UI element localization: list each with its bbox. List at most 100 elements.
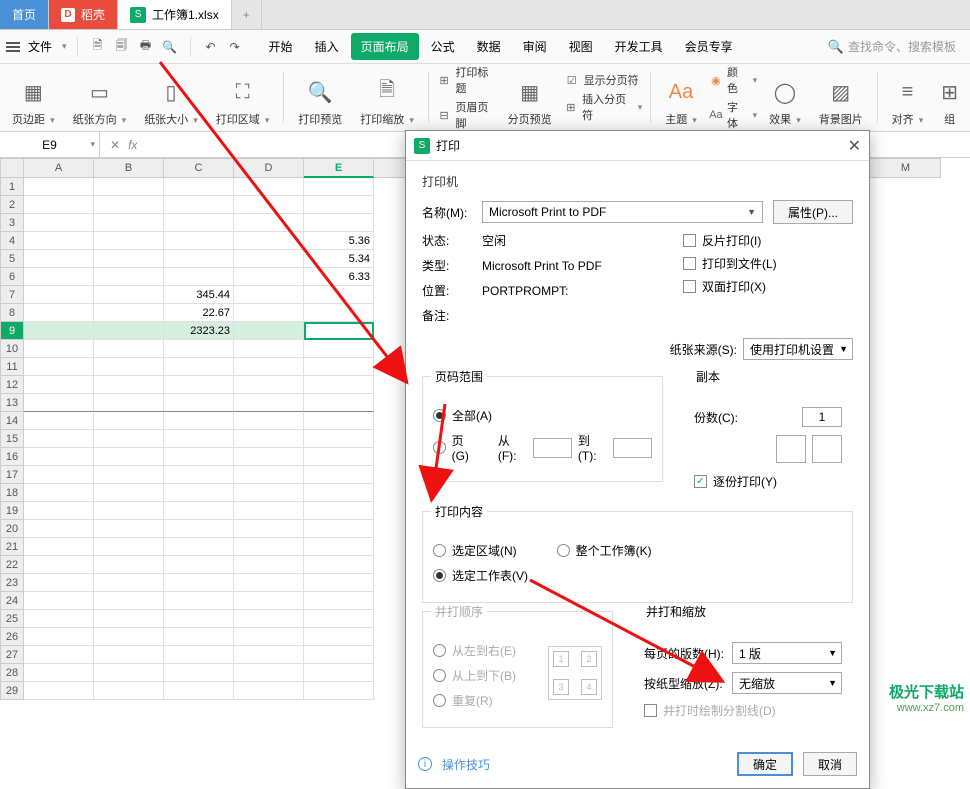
mtab-view[interactable]: 视图	[559, 33, 603, 60]
col-header[interactable]: A	[24, 158, 94, 178]
select-all-corner[interactable]	[0, 158, 24, 178]
insert-pagebreak[interactable]: ⊞插入分页符 ▾	[564, 91, 643, 123]
to-input[interactable]	[613, 438, 652, 458]
reverse-print-check[interactable]: 反片打印(I)	[683, 232, 853, 249]
mtab-member[interactable]: 会员专享	[675, 33, 743, 60]
col-header[interactable]: C	[164, 158, 234, 178]
col-header[interactable]: D	[234, 158, 304, 178]
row-header[interactable]: 29	[0, 682, 24, 700]
row-header[interactable]: 25	[0, 610, 24, 628]
row-header[interactable]: 22	[0, 556, 24, 574]
rg-theme[interactable]: Aa主题 ▾	[659, 68, 703, 127]
rg-printpreview[interactable]: 🔍打印预览	[292, 68, 348, 127]
scale-combo[interactable]: 无缩放▼	[732, 672, 842, 694]
show-pagebreaks[interactable]: ☑显示分页符	[564, 72, 643, 88]
cancel-fx-icon[interactable]: ✕	[110, 138, 120, 152]
saveas-icon[interactable]: 🗐	[112, 37, 132, 57]
row-header[interactable]: 7	[0, 286, 24, 304]
row-header[interactable]: 18	[0, 484, 24, 502]
tab-home[interactable]: 首页	[0, 0, 49, 29]
hamburger-icon[interactable]	[6, 42, 20, 52]
rg-pagebreak-preview[interactable]: ▦分页预览	[502, 68, 558, 127]
range-all-radio[interactable]: 全部(A)	[433, 407, 652, 424]
rg-size[interactable]: ▯纸张大小 ▾	[138, 68, 204, 127]
rg-effects[interactable]: ◯效果 ▾	[763, 68, 807, 127]
row-header[interactable]: 1	[0, 178, 24, 196]
save-icon[interactable]: 🗎	[88, 37, 108, 57]
row-header[interactable]: 5	[0, 250, 24, 268]
rg-printarea[interactable]: ⛶打印区域 ▾	[210, 68, 276, 127]
print-icon[interactable]: 🖶	[136, 37, 156, 57]
mtab-formula[interactable]: 公式	[421, 33, 465, 60]
mtab-review[interactable]: 审阅	[513, 33, 557, 60]
row-header[interactable]: 11	[0, 358, 24, 376]
mtab-pagelayout[interactable]: 页面布局	[351, 33, 419, 60]
row-header[interactable]: 26	[0, 628, 24, 646]
collate-check[interactable]: 逐份打印(Y)	[694, 473, 842, 490]
row-header[interactable]: 17	[0, 466, 24, 484]
mtab-data[interactable]: 数据	[467, 33, 511, 60]
perpage-combo[interactable]: 1 版▼	[732, 642, 842, 664]
rg-printzoom[interactable]: 🗎打印缩放 ▾	[354, 68, 420, 127]
redo-icon[interactable]: ↷	[225, 37, 245, 57]
rg-margins[interactable]: ▦页边距 ▾	[6, 68, 61, 127]
active-cell[interactable]	[304, 322, 374, 340]
tips-link[interactable]: 操作技巧	[442, 756, 490, 773]
rg-bgimage[interactable]: ▨背景图片	[813, 68, 869, 127]
print-titles[interactable]: ⊞打印标题	[437, 64, 496, 96]
selected-area-radio[interactable]: 选定区域(N)	[433, 542, 517, 559]
row-header[interactable]: 15	[0, 430, 24, 448]
print-to-file-check[interactable]: 打印到文件(L)	[683, 255, 853, 272]
copies-input[interactable]: 1	[802, 407, 842, 427]
rg-group[interactable]: ⊞组	[935, 68, 964, 127]
cell-reference[interactable]: E9▾	[0, 132, 100, 157]
close-icon[interactable]: ✕	[848, 136, 861, 156]
fx-icon[interactable]: fx	[128, 138, 137, 152]
theme-color[interactable]: ◉颜色 ▾	[709, 64, 757, 96]
row-header[interactable]: 2	[0, 196, 24, 214]
tab-workbook[interactable]: S工作簿1.xlsx	[118, 0, 232, 29]
file-menu[interactable]: 文件	[28, 38, 52, 55]
row-header[interactable]: 10	[0, 340, 24, 358]
rg-align[interactable]: ≡对齐 ▾	[886, 68, 930, 127]
row-header[interactable]: 13	[0, 394, 24, 412]
row-header[interactable]: 12	[0, 376, 24, 394]
row-header[interactable]: 19	[0, 502, 24, 520]
whole-workbook-radio[interactable]: 整个工作簿(K)	[557, 542, 652, 559]
row-header[interactable]: 4	[0, 232, 24, 250]
row-header-active[interactable]: 9	[0, 322, 24, 340]
from-input[interactable]	[533, 438, 572, 458]
printer-name-combo[interactable]: Microsoft Print to PDF▼	[482, 201, 763, 223]
row-header[interactable]: 24	[0, 592, 24, 610]
cancel-button[interactable]: 取消	[803, 752, 857, 776]
col-header[interactable]: B	[94, 158, 164, 178]
paper-source-combo[interactable]: 使用打印机设置▼	[743, 338, 853, 360]
header-footer[interactable]: ⊟页眉页脚	[437, 99, 496, 131]
mtab-start[interactable]: 开始	[259, 33, 303, 60]
preview-icon[interactable]: 🔍	[160, 37, 180, 57]
row-header[interactable]: 21	[0, 538, 24, 556]
theme-font[interactable]: Aa字体 ▾	[709, 99, 757, 131]
col-header[interactable]: M	[871, 158, 941, 178]
search-box[interactable]: 🔍查找命令、搜索模板	[828, 38, 964, 55]
tab-add[interactable]: +	[232, 0, 262, 29]
undo-icon[interactable]: ↶	[201, 37, 221, 57]
col-header-active[interactable]: E	[304, 158, 374, 178]
row-header[interactable]: 16	[0, 448, 24, 466]
row-header[interactable]: 28	[0, 664, 24, 682]
mtab-insert[interactable]: 插入	[305, 33, 349, 60]
tab-daoke[interactable]: D稻壳	[49, 0, 118, 29]
row-header[interactable]: 6	[0, 268, 24, 286]
duplex-check[interactable]: 双面打印(X)	[683, 278, 853, 295]
selected-sheet-radio[interactable]: 选定工作表(V)	[433, 567, 842, 584]
properties-button[interactable]: 属性(P)...	[773, 200, 853, 224]
row-header[interactable]: 20	[0, 520, 24, 538]
row-header[interactable]: 8	[0, 304, 24, 322]
row-header[interactable]: 27	[0, 646, 24, 664]
range-pages-radio[interactable]: 页(G) 从(F): 到(T):	[433, 432, 652, 463]
rg-orientation[interactable]: ▭纸张方向 ▾	[67, 68, 133, 127]
row-header[interactable]: 14	[0, 412, 24, 430]
ok-button[interactable]: 确定	[737, 752, 793, 776]
row-header[interactable]: 23	[0, 574, 24, 592]
mtab-dev[interactable]: 开发工具	[605, 33, 673, 60]
